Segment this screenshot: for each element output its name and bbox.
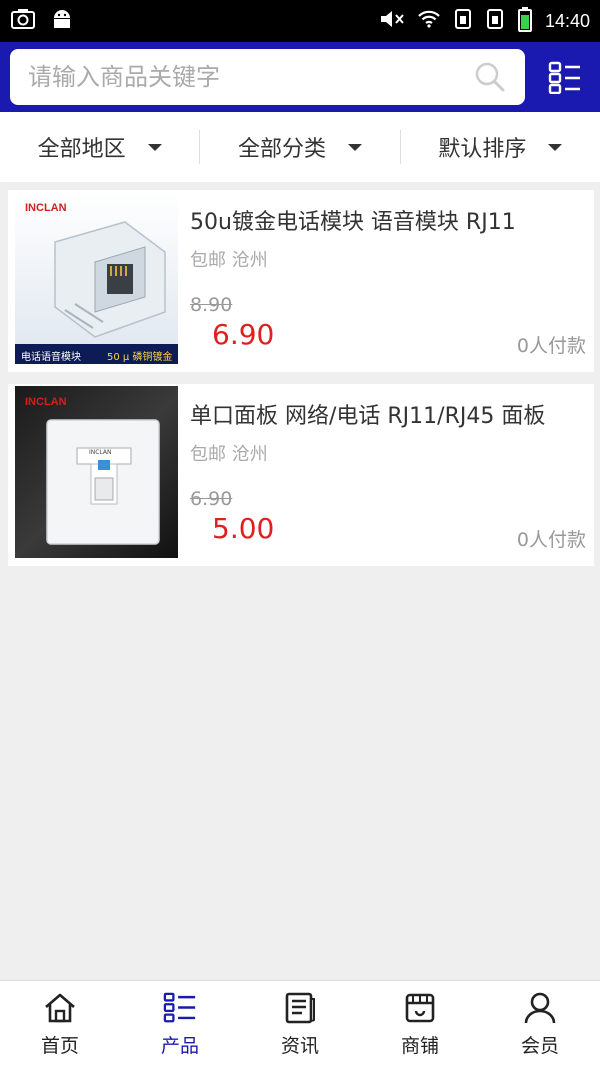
product-image[interactable]: INCLAN INCLAN	[15, 386, 178, 558]
product-image-brand: INCLAN	[25, 396, 67, 408]
news-icon	[283, 991, 317, 1025]
product-image-brand: INCLAN	[25, 202, 67, 214]
product-info: 单口面板 网络/电话 RJ11/RJ45 面板 包邮 沧州 6.90 5.00 …	[178, 386, 594, 566]
status-time: 14:40	[544, 10, 590, 31]
chevron-down-icon	[348, 143, 362, 151]
mute-icon	[379, 8, 405, 34]
status-left-icons	[10, 8, 74, 34]
filter-bar: 全部地区 全部分类 默认排序	[0, 112, 600, 182]
nav-label-member: 会员	[520, 1034, 559, 1057]
filter-sort[interactable]: 默认排序	[401, 130, 600, 164]
product-card[interactable]: INCLAN 电话语音模块 50 μ 磷铜镀金 50u镀金电话模块 语音模块 R…	[8, 190, 594, 372]
search-box[interactable]	[10, 49, 525, 105]
sim2-icon	[485, 7, 505, 35]
filter-region[interactable]: 全部地区	[0, 130, 201, 164]
battery-icon	[517, 6, 533, 36]
product-sold-count: 0人付款	[516, 335, 586, 357]
product-image[interactable]: INCLAN 电话语音模块 50 μ 磷铜镀金	[15, 192, 178, 364]
chevron-down-icon	[548, 143, 563, 151]
status-bar: 14:40	[0, 0, 600, 42]
product-list-icon	[163, 991, 197, 1025]
nav-label-news: 资讯	[280, 1034, 319, 1057]
android-icon	[50, 8, 74, 34]
product-original-price: 8.90	[190, 294, 233, 316]
wifi-icon	[417, 9, 441, 33]
filter-region-label: 全部地区	[37, 137, 126, 162]
chevron-down-icon	[147, 143, 162, 151]
product-meta: 包邮 沧州	[190, 250, 268, 271]
search-header	[0, 42, 600, 112]
nav-item-home[interactable]: 首页	[0, 981, 120, 1067]
nav-item-shop[interactable]: 商铺	[360, 981, 480, 1067]
product-sold-count: 0人付款	[516, 529, 586, 551]
product-list: INCLAN 电话语音模块 50 μ 磷铜镀金 50u镀金电话模块 语音模块 R…	[8, 190, 594, 578]
product-card[interactable]: INCLAN INCLAN 单口面板 网络/电话 RJ11/RJ45 面板 包邮…	[8, 384, 594, 566]
product-meta: 包邮 沧州	[190, 444, 268, 465]
member-icon	[523, 991, 557, 1025]
product-original-price: 6.90	[190, 488, 233, 510]
nav-label-home: 首页	[40, 1034, 79, 1057]
home-icon	[43, 991, 77, 1025]
nav-label-shop: 商铺	[400, 1034, 439, 1057]
search-input[interactable]	[28, 63, 473, 91]
list-view-toggle-icon[interactable]	[541, 49, 590, 105]
product-image-caption2: 50 μ 磷铜镀金	[107, 352, 173, 363]
screenshot-icon	[10, 8, 36, 34]
search-icon[interactable]	[473, 60, 507, 94]
filter-category-label: 全部分类	[237, 137, 326, 162]
product-image-panel-label: INCLAN	[89, 449, 112, 456]
nav-label-products: 产品	[160, 1034, 199, 1057]
nav-item-member[interactable]: 会员	[480, 981, 600, 1067]
product-image-caption: 电话语音模块	[21, 352, 81, 363]
nav-item-news[interactable]: 资讯	[240, 981, 360, 1067]
product-info: 50u镀金电话模块 语音模块 RJ11 包邮 沧州 8.90 6.90 0人付款	[178, 192, 594, 372]
sim1-icon	[453, 7, 473, 35]
product-title[interactable]: 单口面板 网络/电话 RJ11/RJ45 面板	[190, 398, 580, 430]
shop-icon	[403, 991, 437, 1025]
status-right-icons: 14:40	[379, 6, 590, 36]
bottom-nav: 首页 产品 资讯 商铺 会员	[0, 980, 600, 1067]
filter-category[interactable]: 全部分类	[200, 130, 401, 164]
product-title[interactable]: 50u镀金电话模块 语音模块 RJ11	[190, 204, 580, 236]
filter-sort-label: 默认排序	[438, 137, 527, 162]
nav-item-products[interactable]: 产品	[120, 981, 240, 1067]
